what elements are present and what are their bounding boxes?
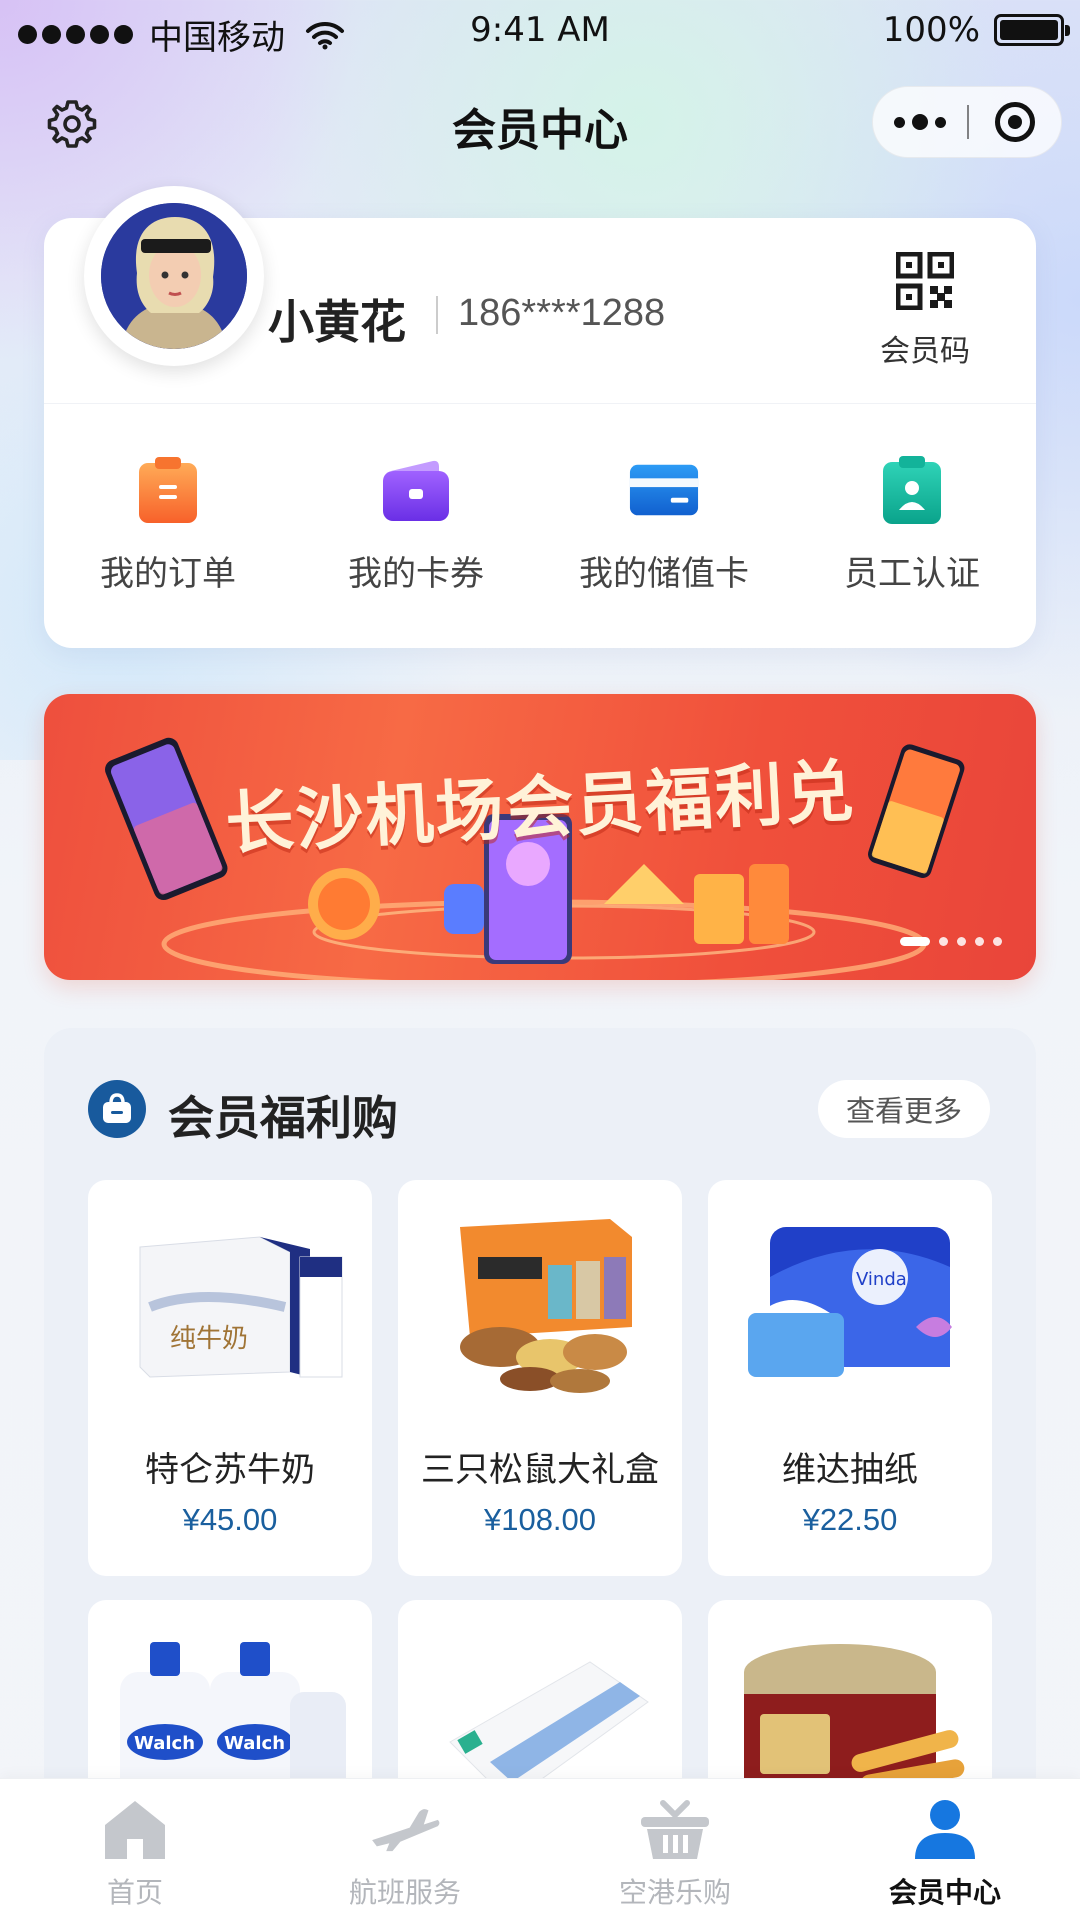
see-more-button[interactable]: 查看更多	[818, 1080, 990, 1138]
quick-item-coupons[interactable]: 我的卡券	[292, 404, 540, 648]
tab-member-center[interactable]: 会员中心	[810, 1779, 1080, 1920]
banner-dot[interactable]	[975, 937, 984, 946]
capsule-divider	[967, 105, 969, 139]
mini-program-capsule	[872, 86, 1062, 158]
coupon-wallet-icon	[380, 454, 452, 526]
tab-label-home: 首页	[106, 1876, 163, 1909]
quick-label-coupons: 我的卡券	[348, 554, 484, 594]
banner-pagination	[900, 937, 1002, 946]
user-phone: 186****1288	[458, 292, 666, 334]
battery-icon	[994, 14, 1070, 46]
banner-dot-active[interactable]	[900, 937, 930, 946]
quick-menu: 我的订单 我的卡券 我的储值卡 员工认证	[44, 404, 1036, 648]
quick-item-stored-value[interactable]: 我的储值卡	[540, 404, 788, 648]
tab-flight-service[interactable]: 航班服务	[270, 1779, 540, 1920]
section-title: 会员福利购	[168, 1091, 398, 1145]
tissue-pack-image: Vinda	[730, 1202, 970, 1402]
shop-bag-icon	[88, 1080, 146, 1138]
quick-label-orders: 我的订单	[100, 554, 236, 594]
status-bar: 中国移动 9:41 AM 100%	[0, 0, 1080, 62]
banner-dot[interactable]	[957, 937, 966, 946]
product-card[interactable]: 三只松鼠大礼盒 ¥108.00	[398, 1180, 682, 1576]
section-header: 会员福利购 查看更多	[44, 1028, 1036, 1168]
member-code-button[interactable]: 会员码	[870, 251, 980, 370]
more-icon[interactable]	[873, 86, 967, 158]
banner-dot[interactable]	[939, 937, 948, 946]
product-name: 特仑苏牛奶	[145, 1450, 315, 1490]
avatar-portrait-icon	[101, 203, 247, 349]
tab-label-airport-shopping: 空港乐购	[618, 1876, 731, 1909]
product-name: 三只松鼠大礼盒	[421, 1450, 659, 1490]
avatar-image	[101, 203, 247, 349]
svg-text:Walch: Walch	[134, 1733, 195, 1754]
employee-badge-icon	[876, 454, 948, 526]
quick-label-stored-value: 我的储值卡	[579, 554, 749, 594]
close-target-icon[interactable]	[969, 86, 1061, 158]
home-icon	[99, 1797, 171, 1863]
status-right: 100%	[882, 10, 1070, 50]
user-name: 小黄花	[268, 295, 406, 349]
svg-text:Vinda: Vinda	[856, 1269, 907, 1290]
product-card[interactable]: 纯牛奶 特仑苏牛奶 ¥45.00	[88, 1180, 372, 1576]
product-price: ¥45.00	[182, 1502, 278, 1537]
promo-banner[interactable]: 长沙机场会员福利兑	[44, 694, 1036, 980]
tab-label-member-center: 会员中心	[888, 1876, 1001, 1909]
profile-header: 小黄花 186****1288 会员码	[44, 186, 1036, 404]
svg-text:Walch: Walch	[224, 1733, 285, 1754]
user-icon	[909, 1797, 981, 1863]
tab-airport-shopping[interactable]: 空港乐购	[540, 1779, 810, 1920]
nav-bar: 会员中心	[0, 80, 1080, 170]
qr-code-icon	[895, 251, 955, 311]
name-divider	[436, 296, 438, 334]
tab-label-flight-service: 航班服务	[348, 1876, 461, 1909]
svg-text:纯牛奶: 纯牛奶	[170, 1324, 248, 1354]
product-price: ¥22.50	[802, 1502, 898, 1537]
quick-label-employee: 员工认证	[844, 554, 980, 594]
product-name: 维达抽纸	[782, 1450, 918, 1490]
airplane-icon	[369, 1797, 441, 1863]
milk-box-image: 纯牛奶	[110, 1202, 350, 1402]
quick-item-orders[interactable]: 我的订单	[44, 404, 292, 648]
snack-gift-box-image	[420, 1202, 660, 1402]
stored-value-card-icon	[628, 454, 700, 526]
battery-percent: 100%	[882, 10, 980, 50]
quick-item-employee[interactable]: 员工认证	[788, 404, 1036, 648]
product-card[interactable]: Vinda 维达抽纸 ¥22.50	[708, 1180, 992, 1576]
banner-dot[interactable]	[993, 937, 1002, 946]
tab-home[interactable]: 首页	[0, 1779, 270, 1920]
member-code-label: 会员码	[880, 334, 970, 369]
order-icon	[132, 454, 204, 526]
shopping-basket-icon	[639, 1797, 711, 1863]
product-price: ¥108.00	[483, 1502, 597, 1537]
member-card: 小黄花 186****1288 会员码 我的订单 我的卡券 我的储值卡 员工认证	[44, 186, 1036, 648]
avatar[interactable]	[84, 186, 264, 366]
bottom-tab-bar: 首页 航班服务 空港乐购 会员中心	[0, 1778, 1080, 1920]
